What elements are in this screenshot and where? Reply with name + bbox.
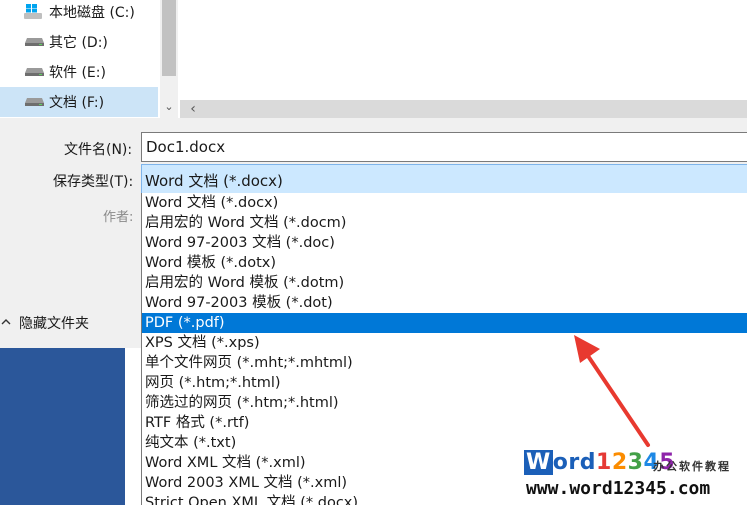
dropdown-option[interactable]: Word 97-2003 模板 (*.dot) — [142, 293, 747, 313]
hide-folders-label: 隐藏文件夹 — [19, 316, 89, 332]
filename-value: Doc1.docx — [146, 138, 226, 156]
dropdown-option[interactable]: 启用宏的 Word 文档 (*.docm) — [142, 213, 747, 233]
dropdown-option[interactable]: Word 模板 (*.dotx) — [142, 253, 747, 273]
filename-label: 文件名(N): — [64, 142, 133, 158]
nav-item-drive-e[interactable]: 软件 (E:) — [0, 57, 158, 87]
windows-drive-icon — [24, 4, 42, 19]
horizontal-scrollbar[interactable] — [180, 100, 747, 118]
nav-scrollbar-thumb[interactable] — [162, 0, 176, 76]
drive-icon — [25, 38, 44, 46]
filetype-select[interactable]: Word 文档 (*.docx) — [141, 164, 747, 194]
dropdown-option[interactable]: 启用宏的 Word 模板 (*.dotm) — [142, 273, 747, 293]
nav-item-label: 软件 (E:) — [49, 65, 106, 81]
dropdown-option[interactable]: Word 文档 (*.docx) — [142, 193, 747, 213]
hide-folders-button[interactable]: 隐藏文件夹 — [0, 312, 120, 334]
chevron-up-icon — [1, 319, 11, 325]
drive-icon — [25, 98, 44, 106]
nav-item-drive-d[interactable]: 其它 (D:) — [0, 27, 158, 57]
filename-input[interactable]: Doc1.docx — [141, 132, 747, 162]
watermark: Word12345 办公软件教程 www.word12345.com — [520, 448, 747, 505]
drive-icon — [25, 68, 44, 76]
nav-item-drive-f[interactable]: 文档 (F:) — [0, 87, 158, 117]
watermark-url: www.word12345.com — [526, 478, 711, 499]
nav-item-drive-c[interactable]: 本地磁盘 (C:) — [0, 0, 158, 27]
navigation-pane: 本地磁盘 (C:) 其它 (D:) 软件 (E:) 文档 (F:) — [0, 0, 160, 118]
app-background — [0, 348, 125, 505]
watermark-tagline: 办公软件教程 — [653, 460, 731, 473]
author-label: 作者: — [103, 210, 134, 225]
dropdown-option[interactable]: Word 97-2003 文档 (*.doc) — [142, 233, 747, 253]
filetype-selected-value: Word 文档 (*.docx) — [145, 172, 283, 190]
nav-item-label: 文档 (F:) — [49, 95, 105, 111]
nav-item-label: 其它 (D:) — [49, 35, 108, 51]
scroll-down-arrow-icon[interactable]: ⌄ — [160, 97, 178, 117]
scroll-left-arrow-icon[interactable]: ‹ — [184, 100, 202, 118]
annotation-arrow-icon — [574, 335, 650, 447]
filetype-label: 保存类型(T): — [53, 174, 134, 190]
nav-item-label: 本地磁盘 (C:) — [49, 5, 135, 21]
